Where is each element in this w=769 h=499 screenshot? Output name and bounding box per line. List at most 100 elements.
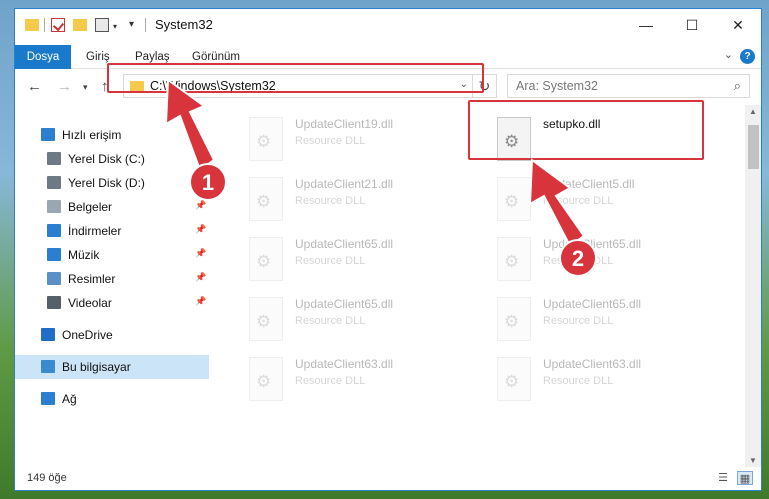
file-name: setupko.dll [543, 117, 601, 131]
file-type: Resource DLL [295, 375, 366, 387]
file-item[interactable]: UpdateClient65.dll Resource DLL [233, 231, 473, 291]
sidebar-item[interactable]: Bu bilgisayar [15, 355, 209, 379]
sidebar-item[interactable]: OneDrive [15, 323, 209, 347]
sidebar-item-label: Ağ [62, 392, 77, 406]
pin-icon[interactable]: 📌 [195, 152, 206, 163]
pin-icon[interactable]: 📌 [195, 248, 206, 259]
file-name: UpdateClient19.dll [295, 117, 394, 131]
large-icons-view-icon[interactable]: ▦ [737, 471, 753, 485]
help-icon[interactable]: ? [740, 49, 755, 64]
drive-icon [47, 176, 61, 189]
search-box[interactable]: Ara: System32 ⌕ [507, 74, 750, 98]
sidebar-item-label: Hızlı erişim [62, 128, 122, 142]
dll-file-icon [497, 177, 531, 221]
sidebar-item[interactable]: Ağ [15, 387, 209, 411]
search-icon[interactable]: ⌕ [734, 78, 741, 94]
scroll-thumb[interactable] [748, 125, 759, 169]
pin-icon[interactable]: 📌 [195, 272, 206, 283]
maximize-button[interactable]: ☐ [669, 9, 715, 41]
file-name: UpdateClient65.dll [543, 297, 642, 311]
quick-access-toolbar-menu-icon[interactable]: ▾ [129, 19, 134, 30]
address-path[interactable]: C:\Windows\System32 [150, 79, 276, 93]
file-item[interactable]: UpdateClient65.dll Resource DLL [233, 291, 473, 351]
close-button[interactable]: ✕ [715, 9, 761, 41]
address-bar[interactable]: C:\Windows\System32 ⌄ ↻ [123, 74, 497, 98]
dll-file-icon [497, 357, 531, 401]
tab-home[interactable]: Giriş [86, 45, 110, 69]
sidebar-item[interactable]: Belgeler 📌 [15, 195, 209, 219]
search-input[interactable]: Ara: System32 [516, 79, 598, 93]
star-icon [41, 128, 55, 141]
file-name: UpdateClient63.dll [543, 357, 642, 371]
expand-ribbon-icon[interactable]: ⌄ [724, 48, 733, 61]
back-button[interactable]: ← [27, 78, 42, 95]
sidebar-item[interactable]: Yerel Disk (D:) [15, 171, 209, 195]
refresh-button[interactable]: ↻ [472, 75, 496, 97]
file-type: Resource DLL [295, 315, 366, 327]
file-item[interactable]: UpdateClient65.dll Resource DLL [481, 231, 721, 291]
sidebar-item[interactable]: Resimler 📌 [15, 267, 209, 291]
dll-file-icon [249, 237, 283, 281]
file-item[interactable]: UpdateClient65.dll Resource DLL [481, 291, 721, 351]
sidebar-item-label: İndirmeler [68, 224, 122, 238]
properties-icon[interactable] [51, 18, 65, 32]
file-item[interactable]: UpdateClient63.dll Resource DLL [481, 351, 721, 411]
file-type: Resource DLL [543, 255, 614, 267]
forward-button[interactable]: → [57, 78, 72, 95]
scroll-up-icon[interactable]: ▲ [749, 107, 757, 116]
file-type: Resource DLL [543, 195, 614, 207]
scroll-down-icon[interactable]: ▼ [749, 456, 757, 465]
dll-file-icon [249, 117, 283, 161]
pin-icon[interactable]: 📌 [195, 200, 206, 211]
title-bar: ▾ ▾ System32 — ☐ ✕ [15, 9, 761, 41]
divider [145, 18, 146, 32]
sidebar-item-label: Yerel Disk (D:) [68, 176, 145, 190]
minimize-button[interactable]: — [623, 9, 669, 41]
ribbon-tabs: Dosya Giriş Paylaş Görünüm ⌄ ? [15, 45, 761, 69]
recent-locations-icon[interactable]: ▾ [83, 82, 88, 93]
file-type: Resource DLL [295, 135, 366, 147]
pin-icon[interactable]: 📌 [195, 224, 206, 235]
cloud-icon [41, 328, 55, 341]
documents-icon [47, 200, 61, 213]
file-name: UpdateClient65.dll [295, 237, 394, 251]
file-type: Resource DLL [543, 315, 614, 327]
file-type: Resource DLL [295, 195, 366, 207]
sidebar-item-label: OneDrive [62, 328, 113, 342]
sidebar-item-label: Videolar [68, 296, 112, 310]
file-name: UpdateClient63.dll [295, 357, 394, 371]
dll-file-icon [249, 357, 283, 401]
downloads-icon [47, 224, 61, 237]
up-button[interactable]: ↑ [101, 78, 109, 95]
address-history-icon[interactable]: ⌄ [460, 79, 468, 90]
dll-file-icon [497, 237, 531, 281]
tab-share[interactable]: Paylaş [135, 45, 170, 69]
dll-file-icon [249, 297, 283, 341]
file-item[interactable]: UpdateClient63.dll Resource DLL [233, 351, 473, 411]
sidebar-item[interactable]: Hızlı erişim [15, 123, 209, 147]
new-folder-icon[interactable] [73, 19, 87, 31]
sidebar-item[interactable]: Videolar 📌 [15, 291, 209, 315]
tab-view[interactable]: Görünüm [192, 45, 240, 69]
sidebar-item-label: Bu bilgisayar [62, 360, 131, 374]
sidebar-item-label: Resimler [68, 272, 116, 286]
customize-icon[interactable] [95, 18, 109, 32]
sidebar-item-label: Yerel Disk (C:) [68, 152, 145, 166]
sidebar-item[interactable]: Yerel Disk (C:) 📌 [15, 147, 209, 171]
folder-icon [130, 81, 144, 92]
file-list: UpdateClient19.dll Resource DLL setupko.dl… [223, 105, 741, 467]
file-item[interactable]: UpdateClient19.dll Resource DLL [233, 111, 473, 171]
dropdown-arrow-icon[interactable]: ▾ [113, 22, 117, 31]
details-view-icon[interactable]: ☰ [715, 471, 731, 485]
sidebar-item[interactable]: Müzik 📌 [15, 243, 209, 267]
dll-file-icon [497, 297, 531, 341]
file-item[interactable]: UpdateClient21.dll Resource DLL [233, 171, 473, 231]
file-item[interactable]: setupko.dll [481, 111, 721, 171]
tab-file[interactable]: Dosya [15, 45, 71, 69]
file-name: UpdateClient21.dll [295, 177, 394, 191]
file-item[interactable]: UpdateClient5.dll Resource DLL [481, 171, 721, 231]
sidebar-item[interactable]: İndirmeler 📌 [15, 219, 209, 243]
pin-icon[interactable]: 📌 [195, 296, 206, 307]
vertical-scrollbar[interactable]: ▲ ▼ [745, 105, 761, 467]
file-name: UpdateClient65.dll [295, 297, 394, 311]
